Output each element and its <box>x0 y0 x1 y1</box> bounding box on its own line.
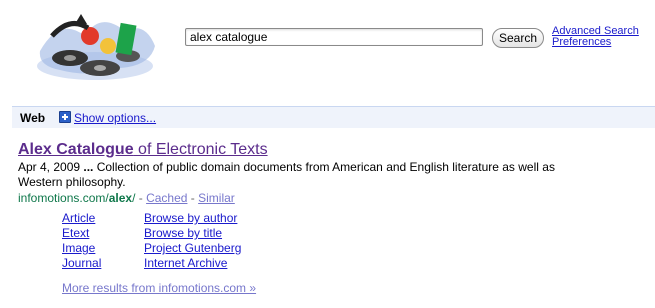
separator: - <box>135 191 147 205</box>
search-button[interactable]: Search <box>492 28 544 48</box>
result-ellipsis: ... <box>80 160 97 174</box>
result-date: Apr 4, 2009 <box>18 160 81 174</box>
result-title-link[interactable]: Alex Catalogue of Electronic Texts <box>18 141 268 159</box>
result-title-bold: Alex Catalogue <box>18 141 134 158</box>
sitelink-journal[interactable]: Journal <box>62 256 142 271</box>
web-label: Web <box>20 111 46 125</box>
search-links: Advanced Search Preferences <box>552 26 639 48</box>
sitelinks-column-2: Browse by author Browse by title Project… <box>144 211 284 271</box>
result-url-line: infomotions.com/alex/ - Cached - Similar <box>18 191 235 205</box>
sitelink-browse-by-author[interactable]: Browse by author <box>144 211 284 226</box>
sitelink-internet-archive[interactable]: Internet Archive <box>144 256 284 271</box>
result-snippet-text: Collection of public domain documents fr… <box>18 160 555 189</box>
sitelink-etext[interactable]: Etext <box>62 226 142 241</box>
google-doodle-logo[interactable] <box>30 6 160 86</box>
plus-icon[interactable] <box>59 111 71 123</box>
result-title-rest: of Electronic Texts <box>133 141 268 158</box>
sitelink-project-gutenberg[interactable]: Project Gutenberg <box>144 241 284 256</box>
preferences-link[interactable]: Preferences <box>552 37 639 48</box>
more-results-link[interactable]: More results from infomotions.com » <box>62 281 256 295</box>
web-bar: Web Show options... <box>12 106 655 128</box>
show-options-link[interactable]: Show options... <box>74 111 156 125</box>
sitelink-article[interactable]: Article <box>62 211 142 226</box>
similar-link[interactable]: Similar <box>198 191 235 205</box>
cached-link[interactable]: Cached <box>146 191 187 205</box>
separator: - <box>187 191 199 205</box>
sitelink-browse-by-title[interactable]: Browse by title <box>144 226 284 241</box>
result-snippet: Apr 4, 2009 ... Collection of public dom… <box>18 160 578 190</box>
result-url: infomotions.com/alex/ <box>18 191 136 205</box>
sitelinks-column-1: Article Etext Image Journal <box>62 211 142 271</box>
search-input[interactable] <box>185 28 483 46</box>
sitelink-image[interactable]: Image <box>62 241 142 256</box>
